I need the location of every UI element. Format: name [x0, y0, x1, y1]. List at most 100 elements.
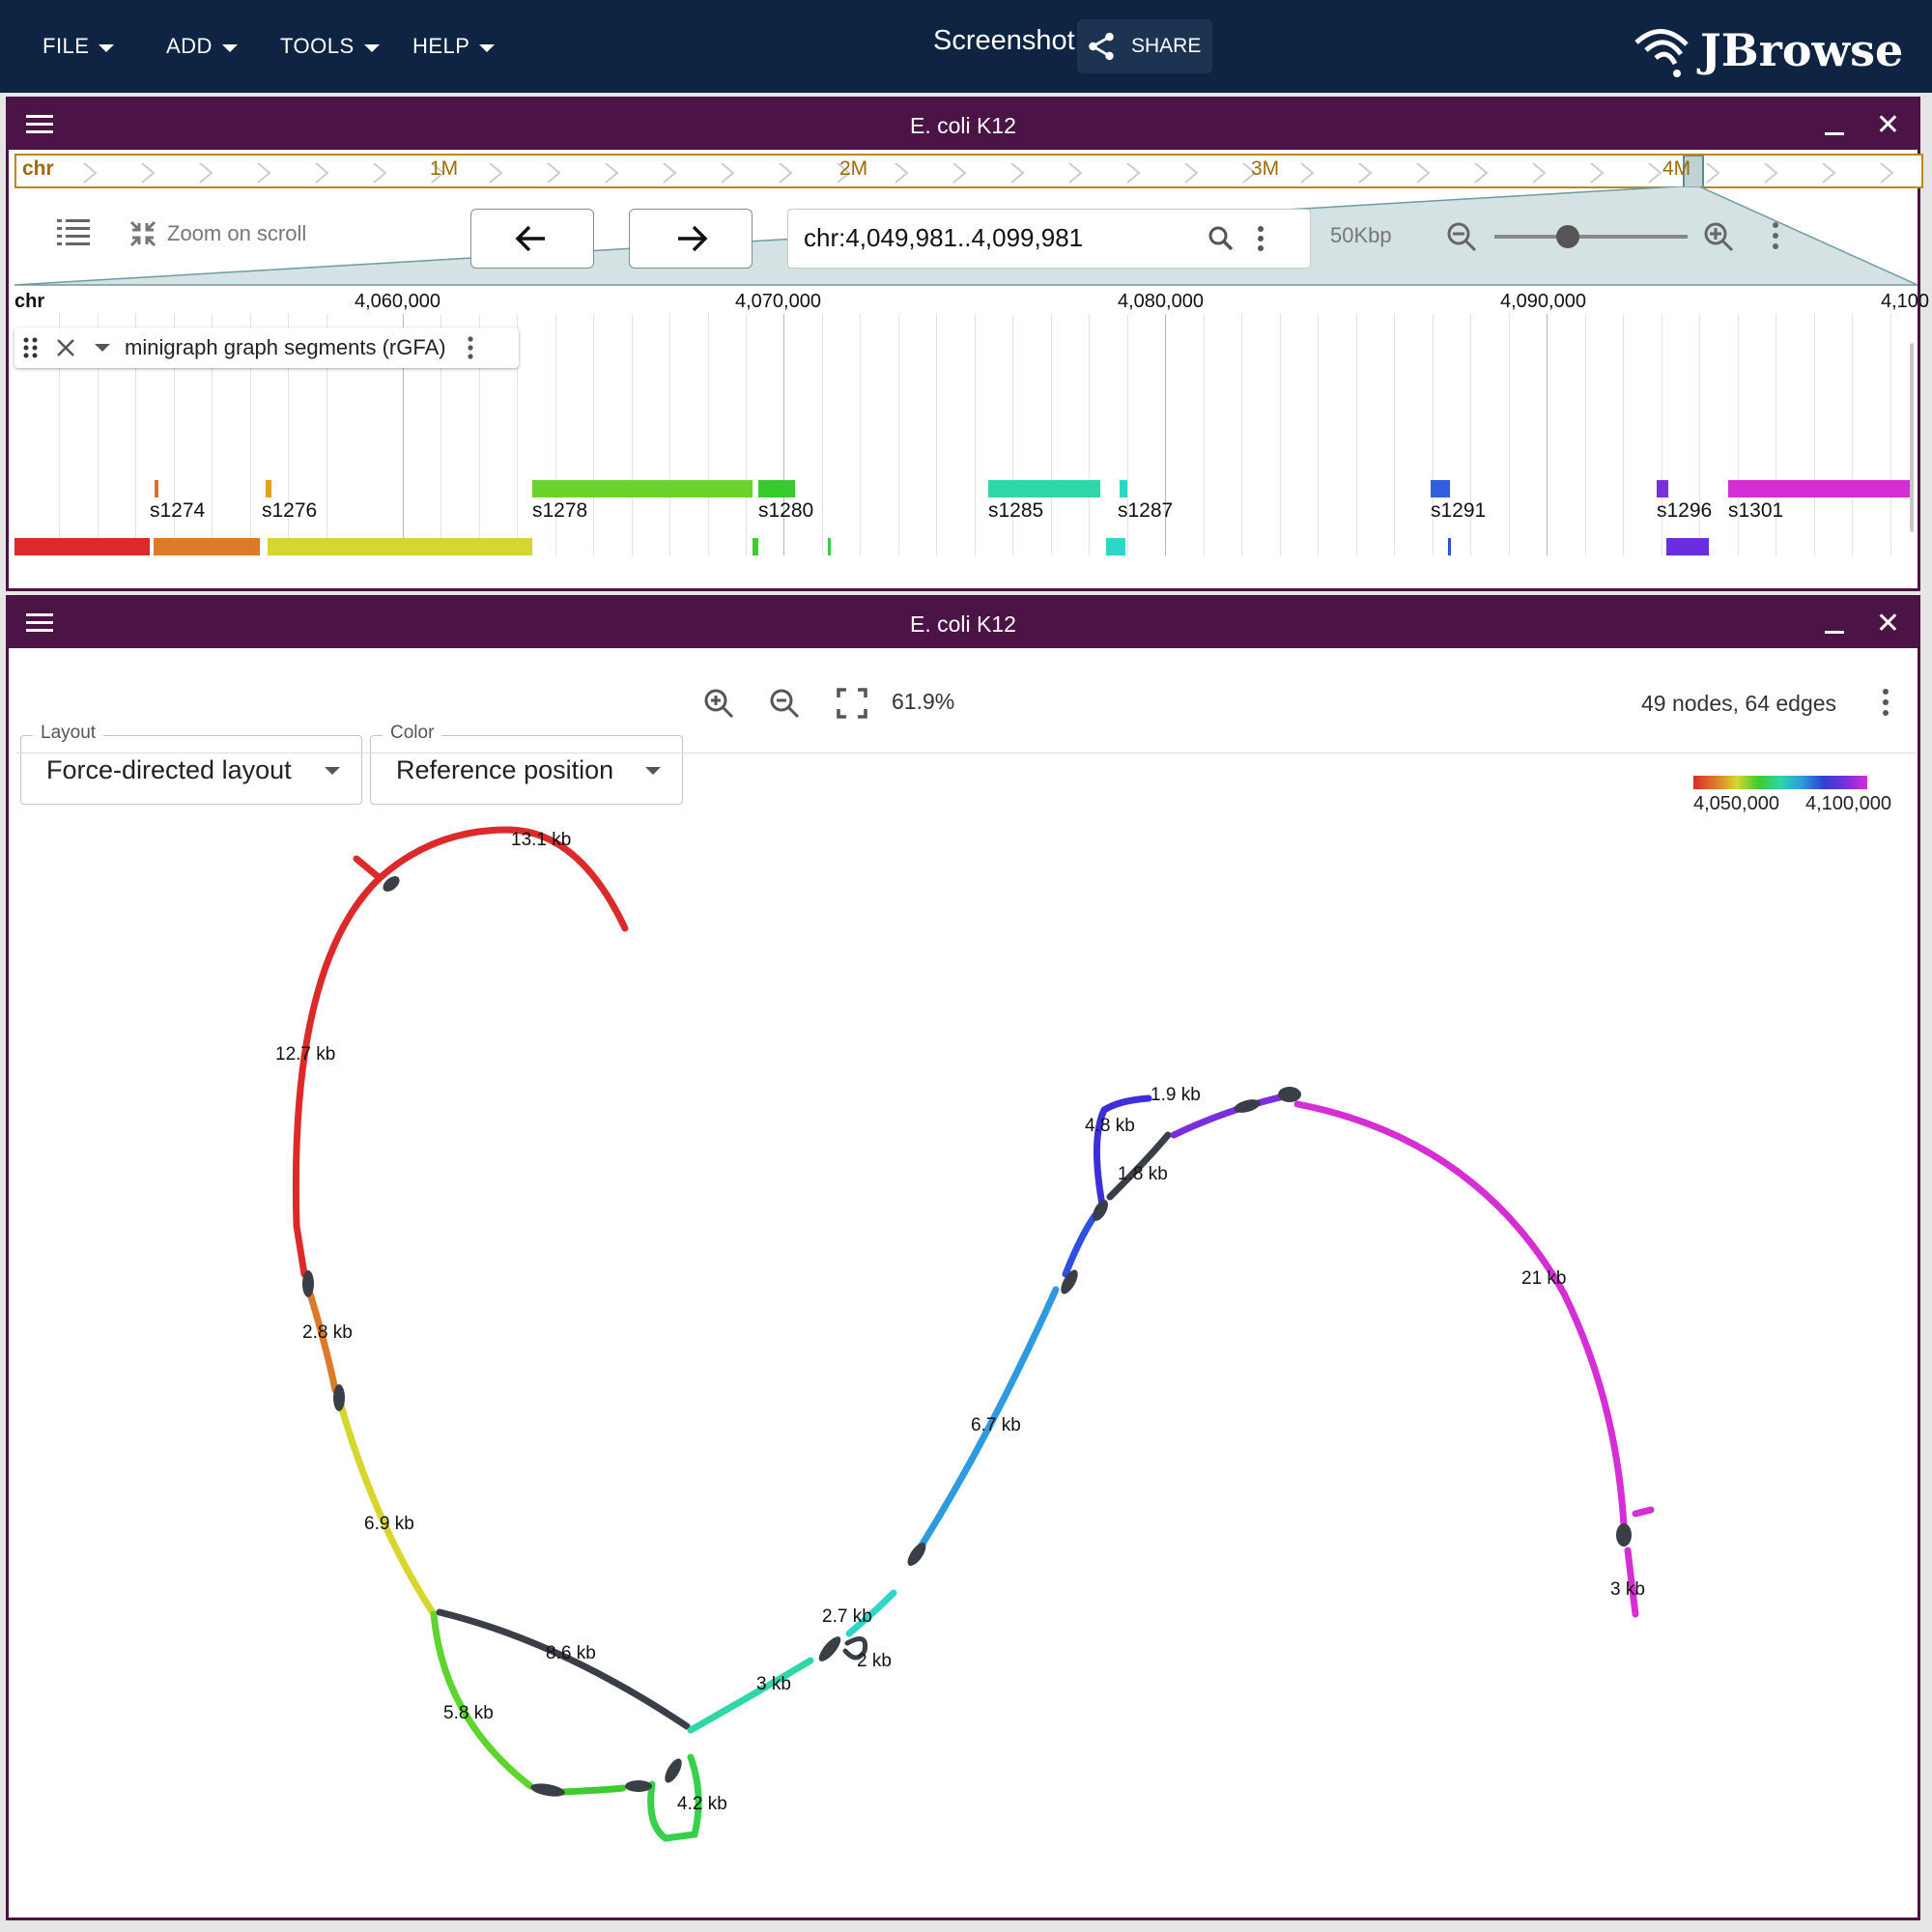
graph-segment-red-stub: [353, 855, 384, 882]
track-name: minigraph graph segments (rGFA): [125, 335, 446, 359]
segment-feature[interactable]: [828, 538, 831, 555]
graph-segment-blue2: [1062, 1212, 1098, 1278]
segment-feature[interactable]: [1448, 538, 1451, 555]
segment-feature[interactable]: [532, 480, 753, 497]
search-icon[interactable]: [1208, 225, 1235, 252]
drag-handle-icon[interactable]: [22, 336, 40, 359]
segment-label: s1296: [1657, 499, 1713, 522]
location-search-input[interactable]: chr:4,049,981..4,099,981: [787, 209, 1311, 269]
track-label[interactable]: minigraph graph segments (rGFA): [14, 327, 519, 368]
minimize-icon[interactable]: [1825, 132, 1844, 135]
overview-chr-label: chr: [22, 157, 54, 180]
graph-nodes: [302, 876, 1632, 1797]
segment-label: s1287: [1118, 499, 1174, 522]
tools-menu[interactable]: TOOLS: [280, 0, 380, 93]
segment-feature[interactable]: [1666, 538, 1709, 555]
overview-tick-label: 1M: [430, 157, 459, 180]
close-track-icon[interactable]: [55, 337, 76, 358]
caret-down-icon[interactable]: [94, 342, 111, 354]
segment-feature[interactable]: [753, 538, 758, 555]
share-button[interactable]: SHARE: [1077, 19, 1212, 73]
edge-label: 6.7 kb: [971, 1415, 1021, 1435]
ruler-tick-label: 4,090,000: [1500, 291, 1586, 312]
edge-label: 4.2 kb: [677, 1794, 727, 1814]
file-menu[interactable]: FILE: [43, 0, 115, 93]
span-size-label: 50Kbp: [1330, 223, 1392, 247]
logo-text: JBrowse: [1700, 24, 1904, 76]
edge-label: 13.1 kb: [511, 830, 571, 850]
ruler-chr-label: chr: [14, 291, 45, 312]
edge-label: 2 kb: [857, 1651, 892, 1671]
zoom-on-scroll-toggle[interactable]: Zoom on scroll: [128, 219, 306, 248]
segment-feature[interactable]: [14, 538, 150, 555]
edge-label: 3 kb: [756, 1674, 791, 1694]
graph-segment-teal: [687, 1657, 814, 1734]
share-label: SHARE: [1131, 35, 1202, 57]
coordinate-ruler[interactable]: chr 4,060,000 4,070,000 4,080,000 4,090,…: [14, 285, 1929, 314]
segment-label: s1278: [532, 499, 588, 522]
add-menu-label: ADD: [166, 34, 213, 58]
view-title: E. coli K12: [910, 113, 1016, 138]
edge-label: 5.8 kb: [443, 1703, 494, 1723]
segment-label: s1280: [758, 499, 814, 522]
jbrowse-logo: JBrowse: [1633, 21, 1903, 79]
scroll-right-button[interactable]: [629, 209, 753, 269]
segment-feature[interactable]: [1431, 480, 1450, 497]
edge-label: 2.8 kb: [302, 1322, 353, 1343]
segment-label: s1291: [1431, 499, 1487, 522]
edge-label: 21 kb: [1521, 1268, 1566, 1289]
segment-label: s1276: [262, 499, 318, 522]
segment-label: s1301: [1728, 499, 1784, 522]
edge-label: 6.9 kb: [364, 1514, 414, 1534]
more-vert-icon[interactable]: [466, 335, 475, 360]
chevron-down-icon: [479, 44, 496, 52]
add-menu[interactable]: ADD: [166, 0, 238, 93]
overview-tick-label: 3M: [1251, 157, 1280, 180]
app-bar: FILE ADD TOOLS HELP Screenshot SHARE JBr…: [0, 0, 1932, 93]
track-selector-button[interactable]: [57, 217, 90, 251]
segment-feature[interactable]: [1106, 538, 1125, 555]
scroll-left-button[interactable]: [470, 209, 594, 269]
arrow-right-icon: [678, 225, 708, 252]
graph-segment-magenta: [1293, 1100, 1628, 1529]
edge-label: 4.8 kb: [1085, 1116, 1135, 1136]
graph-segment-yellow: [337, 1402, 438, 1618]
segment-feature[interactable]: [266, 480, 271, 497]
close-icon[interactable]: ✕: [1876, 111, 1900, 140]
more-vert-icon[interactable]: [1771, 221, 1780, 250]
zoom-out-icon[interactable]: [1446, 221, 1477, 252]
segment-feature[interactable]: [154, 538, 260, 555]
linear-genome-view: E. coli K12 ✕ chr 1M 2M 3M 4M Zoom on sc…: [6, 97, 1929, 591]
edge-label: 1.9 kb: [1151, 1085, 1201, 1105]
more-vert-icon[interactable]: [1256, 225, 1265, 252]
overview-scale-bar[interactable]: chr 1M 2M 3M 4M: [14, 154, 1923, 188]
graph-segment-red: [292, 826, 629, 1278]
segment-feature[interactable]: [758, 480, 795, 497]
edge-label: 2.7 kb: [822, 1606, 872, 1627]
logo-swirl-icon: [1634, 29, 1689, 77]
session-title[interactable]: Screenshot: [933, 25, 1075, 57]
track-scrollbar[interactable]: [1910, 343, 1914, 532]
zoom-in-icon[interactable]: [1703, 221, 1734, 252]
graph-segment-magenta-stub: [1632, 1506, 1655, 1518]
file-menu-label: FILE: [43, 34, 90, 58]
edge-label: 1.8 kb: [1118, 1164, 1168, 1184]
segment-feature[interactable]: [1728, 480, 1914, 497]
zoom-slider-thumb[interactable]: [1556, 225, 1579, 248]
segment-feature[interactable]: [155, 480, 158, 497]
view-header: E. coli K12 ✕: [9, 99, 1918, 150]
segment-feature[interactable]: [1657, 480, 1668, 497]
segment-feature[interactable]: [1120, 480, 1127, 497]
segment-feature[interactable]: [988, 480, 1100, 497]
chevron-down-icon: [221, 44, 238, 52]
help-menu[interactable]: HELP: [412, 0, 496, 93]
graph-canvas[interactable]: 13.1 kb 12.7 kb 2.8 kb 6.9 kb 8.6 kb 5.8…: [9, 598, 1918, 1918]
ruler-tick-label: 4,080,000: [1118, 291, 1204, 312]
list-icon: [57, 219, 90, 245]
ruler-tick-label: 4,100: [1881, 291, 1930, 312]
zoom-slider[interactable]: [1494, 225, 1688, 248]
tools-menu-label: TOOLS: [280, 34, 355, 58]
help-menu-label: HELP: [412, 34, 470, 58]
segment-feature[interactable]: [268, 538, 532, 555]
arrow-left-icon: [515, 225, 545, 252]
